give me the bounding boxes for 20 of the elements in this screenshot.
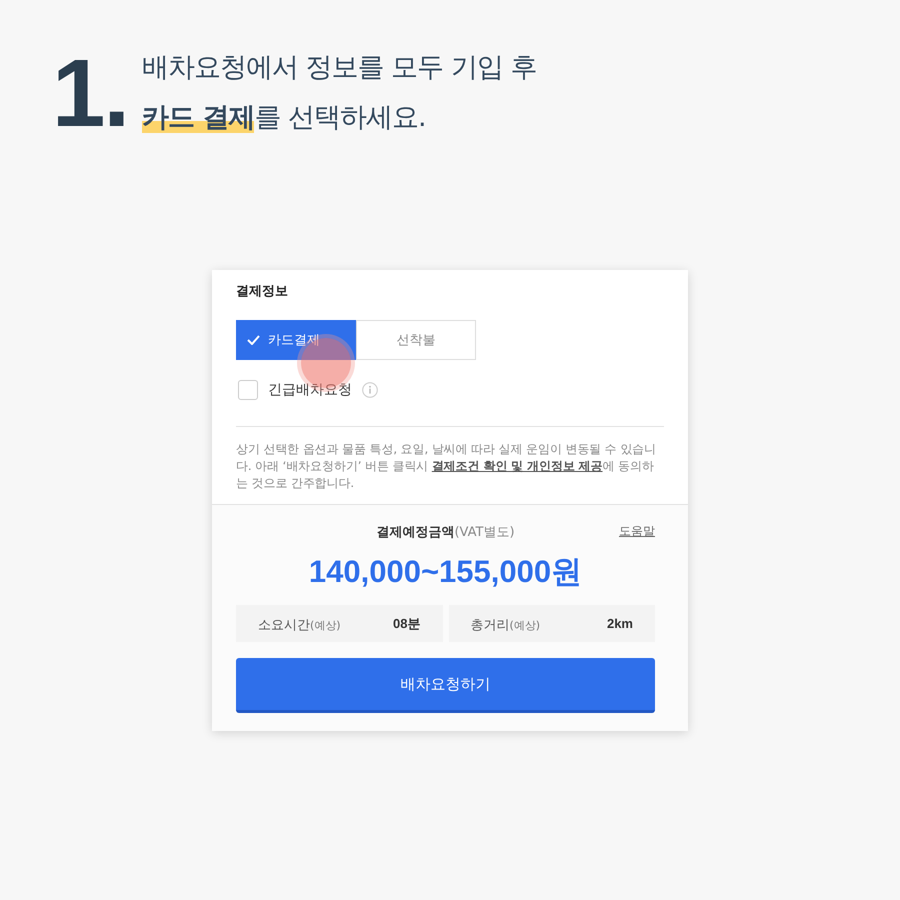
check-icon <box>247 335 260 345</box>
notice-text: 상기 선택한 옵션과 물품 특성, 요일, 날씨에 따라 실제 운임이 변동될 수 있습니다. 아래 ‘배차요청하기’ 버튼 클릭시 결제조건 확인 및 개인정보 제공에 동의하는 것으로 간주합니다. <box>236 441 657 492</box>
payment-option[interactable]: 카드결제 <box>236 320 356 360</box>
stat-value: 2km <box>606 616 633 631</box>
stat-label: 소요시간(예상) <box>258 616 341 634</box>
estimated-amount: 140,000~155,000원 <box>308 553 584 591</box>
vat-note: (VAT별도) <box>454 524 515 541</box>
instruction-text: 배차요청에서 정보를 모두 기입 후 <box>142 51 536 85</box>
help-link[interactable]: 도움말 <box>619 523 655 540</box>
checkbox-label: 긴급배차요청 <box>268 381 352 399</box>
stat-label: 총거리(예상) <box>470 616 540 634</box>
terms-link[interactable]: 결제조건 확인 및 개인정보 제공 <box>432 459 603 473</box>
info-icon[interactable] <box>362 382 378 398</box>
step-number: 1. <box>52 46 128 142</box>
stat-value: 08분 <box>393 614 420 632</box>
payment-option[interactable]: 선착불 <box>356 320 476 360</box>
checkbox[interactable] <box>238 380 258 400</box>
estimate-label: 결제예정금액 <box>376 524 454 541</box>
section-title: 결제정보 <box>236 283 289 300</box>
submit-button[interactable]: 배차요청하기 <box>236 658 655 713</box>
